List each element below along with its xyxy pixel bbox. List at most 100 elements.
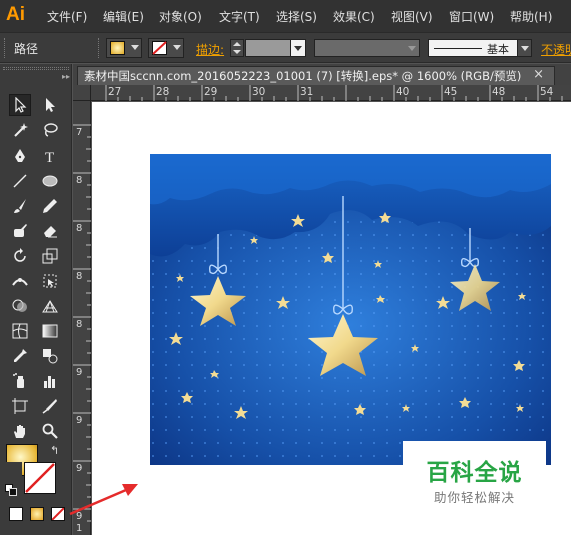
control-bar: 路径 描边: 基本 不透明 [0, 32, 571, 63]
shape-builder-icon[interactable] [9, 295, 31, 317]
menu-window[interactable]: 窗口(W) [449, 8, 494, 25]
menu-effect[interactable]: 效果(C) [333, 8, 375, 25]
brush-dropdown-button[interactable] [517, 40, 531, 56]
mesh-icon[interactable] [9, 320, 31, 342]
watermark-subtitle: 助你轻松解决 [433, 490, 515, 505]
ruler-label: 1 [76, 523, 83, 534]
none-icon [51, 507, 65, 521]
blend-icon[interactable] [39, 345, 61, 367]
magic-wand-icon[interactable] [9, 119, 31, 141]
horizontal-ruler[interactable]: 27 28 29 30 31 40 45 48 54 [91, 85, 571, 101]
line-tool-icon[interactable] [9, 170, 31, 192]
free-transform-icon[interactable] [39, 270, 61, 292]
stroke-weight-label[interactable]: 描边: [196, 41, 224, 58]
stepper-arrows-icon [233, 42, 241, 54]
ruler-origin[interactable] [73, 85, 91, 101]
ruler-label: 27 [108, 86, 122, 98]
pen-tool-icon[interactable] [9, 145, 31, 167]
chevron-down-icon [521, 46, 529, 51]
fill-swatch-icon [110, 41, 125, 55]
night-sky-artwork[interactable] [150, 154, 551, 465]
chevron-down-icon [408, 46, 416, 51]
menu-view[interactable]: 视图(V) [391, 8, 433, 25]
blob-brush-icon[interactable] [9, 220, 31, 242]
ruler-label: 8 [76, 319, 83, 330]
width-tool-icon[interactable] [9, 270, 31, 292]
hand-icon[interactable] [9, 420, 31, 442]
stroke-weight-input[interactable] [245, 39, 291, 57]
stroke-none-icon [152, 41, 167, 55]
lasso-icon[interactable] [39, 119, 61, 141]
chevron-down-icon [173, 45, 181, 50]
ruler-label: 45 [444, 86, 458, 98]
ruler-label: 30 [252, 86, 266, 98]
document-tab-bar: 素材中国sccnn.com_2016052223_01001 (7) [转换].… [73, 64, 571, 85]
svg-text:T: T [45, 150, 54, 164]
none-mode-button[interactable] [51, 507, 65, 521]
zoom-icon[interactable] [39, 420, 61, 442]
stroke-weight-dropdown[interactable] [290, 39, 306, 57]
stroke-weight-stepper[interactable] [230, 39, 244, 57]
ruler-label: 40 [396, 86, 410, 98]
red-arrow-annotation [69, 484, 138, 516]
pencil-icon[interactable] [39, 195, 61, 217]
gradient-mode-button[interactable] [30, 507, 44, 521]
brush-definition-value: 基本 [487, 43, 509, 56]
watermark-title: 百科全说 [426, 460, 523, 486]
color-mode-button[interactable] [9, 507, 23, 521]
menu-bar: Ai 文件(F) 编辑(E) 对象(O) 文字(T) 选择(S) 效果(C) 视… [0, 0, 571, 32]
vertical-ruler[interactable]: 7 8 8 8 8 9 9 9 9 1 [73, 101, 91, 535]
artboard-icon[interactable] [9, 395, 31, 417]
type-tool-icon[interactable]: T [39, 145, 61, 167]
chevron-down-icon [294, 46, 302, 51]
menu-edit[interactable]: 编辑(E) [103, 8, 144, 25]
fill-color-button[interactable] [106, 38, 142, 58]
ruler-label: 54 [540, 86, 554, 98]
swap-fill-stroke-icon[interactable]: ↰ [50, 444, 59, 457]
opacity-label[interactable]: 不透明 [541, 41, 571, 58]
rotate-icon[interactable] [9, 245, 31, 267]
ruler-label: 28 [156, 86, 170, 98]
ellipse-tool-icon[interactable] [39, 170, 61, 192]
ruler-label: 48 [492, 86, 506, 98]
tools-panel-grip[interactable] [3, 67, 69, 70]
brush-definition-select[interactable]: 基本 [428, 39, 532, 57]
selection-type-label: 路径 [14, 42, 39, 56]
app-logo: Ai [6, 4, 25, 25]
document-tab-title: 素材中国sccnn.com_2016052223_01001 (7) [转换].… [84, 69, 522, 83]
collapse-icon[interactable]: ▸▸ [62, 72, 70, 81]
variable-width-profile[interactable] [314, 39, 420, 57]
scale-icon[interactable] [39, 245, 61, 267]
watermark-badge: 百科全说 助你轻松解决 [403, 441, 546, 510]
stroke-none-icon [25, 463, 55, 493]
eyedropper-icon[interactable] [9, 345, 31, 367]
ruler-label: 8 [76, 223, 83, 234]
ruler-label: 9 [76, 415, 83, 426]
menu-help[interactable]: 帮助(H) [510, 8, 552, 25]
document-tab[interactable]: 素材中国sccnn.com_2016052223_01001 (7) [转换].… [77, 66, 555, 85]
symbol-sprayer-icon[interactable] [9, 370, 31, 392]
swatch-gap [6, 462, 22, 476]
menu-type[interactable]: 文字(T) [219, 8, 260, 25]
menu-file[interactable]: 文件(F) [47, 8, 87, 25]
stroke-color-button[interactable] [148, 38, 184, 58]
paintbrush-icon[interactable] [9, 195, 31, 217]
ruler-label: 31 [300, 86, 314, 98]
perspective-grid-icon[interactable] [39, 295, 61, 317]
slice-icon[interactable] [39, 395, 61, 417]
control-bar-grip[interactable] [4, 38, 7, 58]
brush-stroke-preview [434, 48, 482, 49]
ruler-label: 9 [76, 463, 83, 474]
column-graph-icon[interactable] [39, 370, 61, 392]
direct-selection-tool-icon[interactable] [39, 94, 61, 116]
eraser-icon[interactable] [39, 220, 61, 242]
gradient-icon[interactable] [39, 320, 61, 342]
stroke-swatch[interactable] [24, 462, 56, 494]
selection-tool-icon[interactable] [9, 94, 31, 116]
ruler-label: 8 [76, 175, 83, 186]
ruler-label: 7 [76, 127, 83, 138]
default-colors-icon[interactable] [5, 484, 17, 496]
menu-select[interactable]: 选择(S) [276, 8, 317, 25]
menu-object[interactable]: 对象(O) [159, 8, 202, 25]
close-icon[interactable]: × [533, 67, 544, 82]
